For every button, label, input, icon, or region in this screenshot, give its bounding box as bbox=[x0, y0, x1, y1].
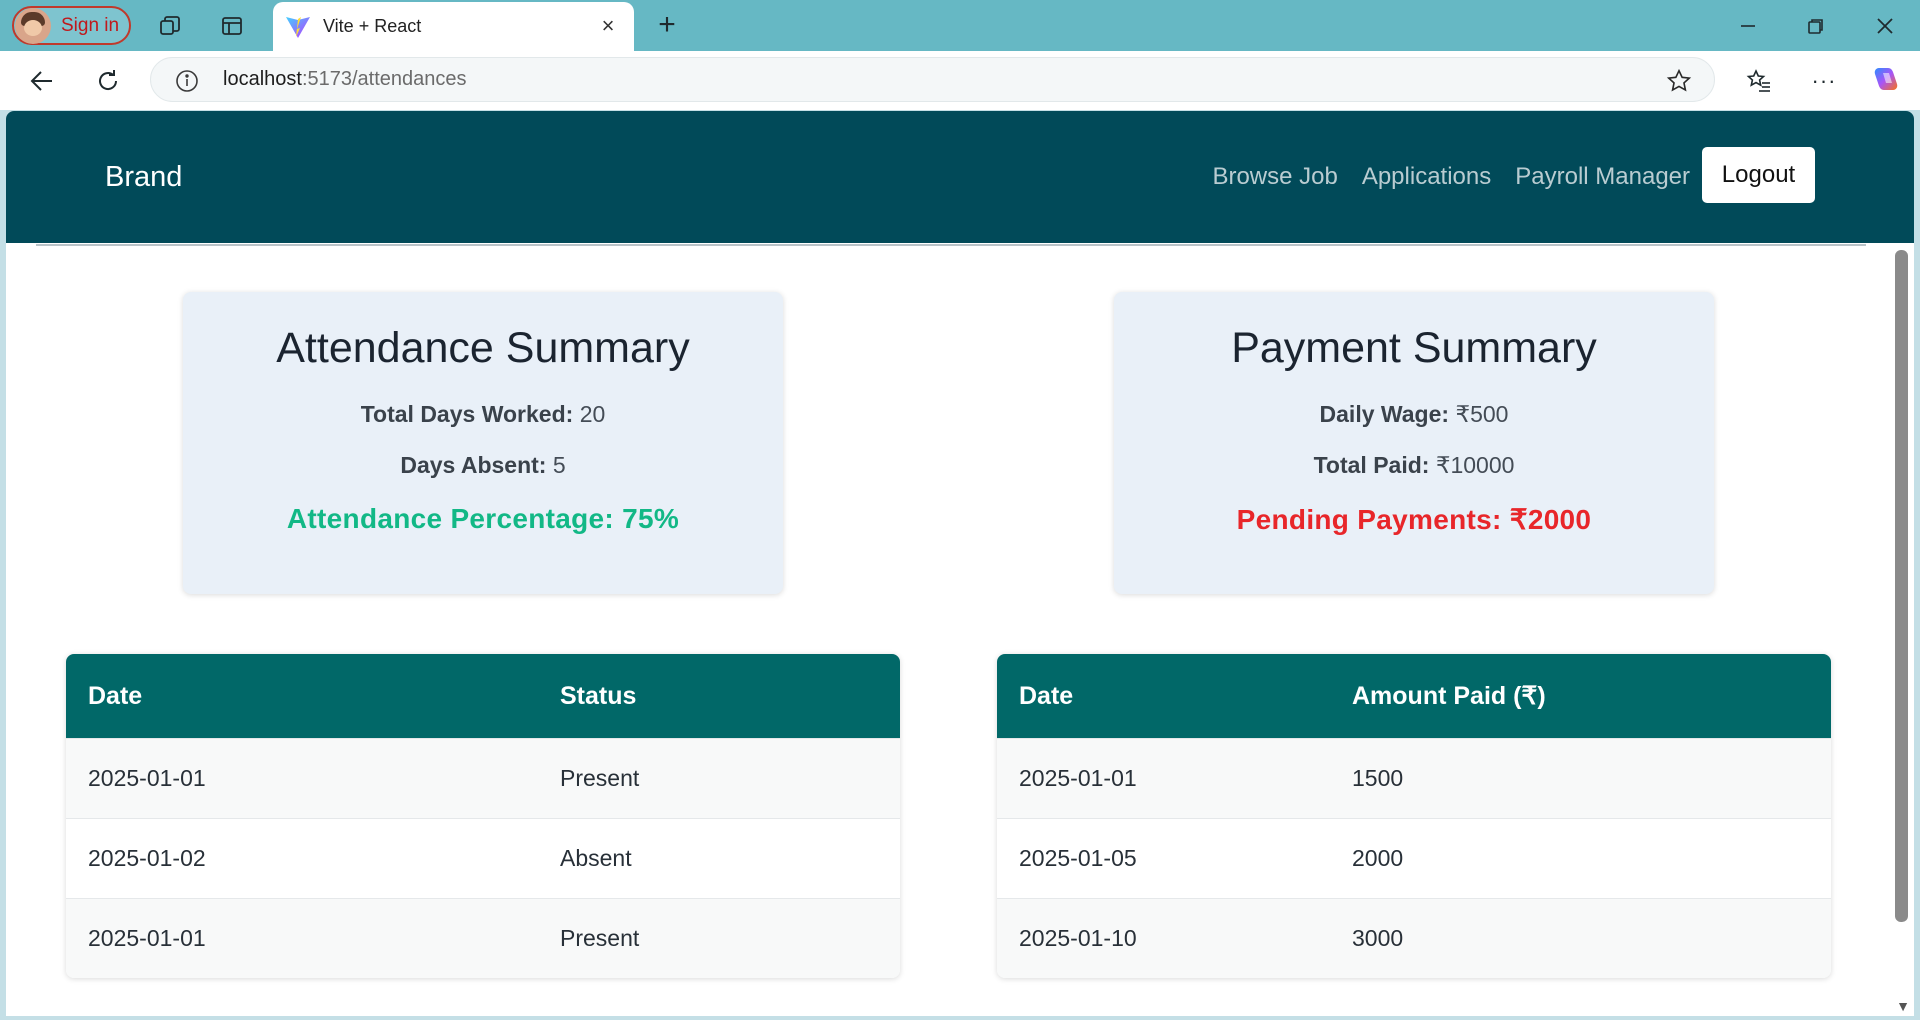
column-header-date: Date bbox=[1019, 681, 1074, 710]
profile-sign-in-button[interactable]: Sign in bbox=[12, 6, 131, 45]
days-absent-label: Days Absent: bbox=[400, 452, 547, 478]
daily-wage: Daily Wage: ₹500 bbox=[1114, 401, 1714, 428]
tab-vite-react[interactable]: Vite + React × bbox=[273, 2, 634, 51]
column-header-amount-paid: Amount Paid (₹) bbox=[1352, 682, 1546, 710]
table-row: 2025-01-01 Present bbox=[66, 738, 900, 818]
payment-summary-title: Payment Summary bbox=[1231, 324, 1597, 372]
attendance-summary-title: Attendance Summary bbox=[276, 324, 690, 372]
vite-logo-icon bbox=[285, 15, 311, 39]
favorite-star-icon[interactable] bbox=[1666, 68, 1692, 94]
cell-amount: 2000 bbox=[1352, 845, 1404, 871]
attendance-summary-card: Attendance Summary Total Days Worked: 20… bbox=[183, 292, 783, 594]
back-arrow-icon[interactable] bbox=[26, 65, 58, 97]
scroll-down-arrow-icon[interactable]: ▼ bbox=[1896, 998, 1910, 1014]
browser-tab-bar: Sign in Vite + React × + bbox=[0, 0, 1920, 51]
pending-payments: Pending Payments: ₹2000 bbox=[1114, 503, 1714, 536]
table-row: 2025-01-01 1500 bbox=[997, 738, 1831, 818]
table-header: Date Status bbox=[66, 654, 900, 738]
url-path: :5173/attendances bbox=[301, 68, 467, 90]
url-host: localhost bbox=[223, 68, 302, 90]
total-paid-value: ₹10000 bbox=[1435, 452, 1515, 478]
reload-icon[interactable] bbox=[92, 65, 124, 97]
cell-date: 2025-01-01 bbox=[88, 765, 206, 791]
payment-table: Date Amount Paid (₹) 2025-01-01 1500 202… bbox=[997, 654, 1831, 978]
site-info-icon[interactable] bbox=[175, 69, 199, 93]
days-absent-value: 5 bbox=[552, 452, 566, 478]
top-navbar: Brand Browse Job Applications Payroll Ma… bbox=[6, 111, 1914, 243]
attendance-percentage-label: Attendance Percentage: bbox=[286, 503, 615, 534]
web-page: Brand Browse Job Applications Payroll Ma… bbox=[6, 111, 1914, 1016]
total-paid-label: Total Paid: bbox=[1313, 452, 1430, 478]
table-header: Date Amount Paid (₹) bbox=[997, 654, 1831, 738]
total-days-worked-label: Total Days Worked: bbox=[360, 401, 574, 427]
cell-status: Absent bbox=[560, 845, 632, 871]
days-absent: Days Absent: 5 bbox=[183, 452, 783, 479]
table-row: 2025-01-05 2000 bbox=[997, 818, 1831, 898]
cell-date: 2025-01-01 bbox=[88, 925, 206, 951]
url-field[interactable]: localhost:5173/attendances bbox=[150, 57, 1715, 102]
table-row: 2025-01-02 Absent bbox=[66, 818, 900, 898]
minimize-icon[interactable] bbox=[1734, 12, 1762, 40]
nav-link-payroll-manager[interactable]: Payroll Manager bbox=[1515, 163, 1690, 191]
logout-button[interactable]: Logout bbox=[1702, 147, 1815, 203]
nav-link-applications[interactable]: Applications bbox=[1362, 163, 1491, 191]
profile-sign-in-label: Sign in bbox=[61, 14, 120, 36]
total-days-worked: Total Days Worked: 20 bbox=[183, 401, 783, 428]
cell-date: 2025-01-01 bbox=[1019, 765, 1137, 791]
daily-wage-value: ₹500 bbox=[1455, 401, 1509, 427]
table-row: 2025-01-01 Present bbox=[66, 898, 900, 978]
total-days-worked-value: 20 bbox=[579, 401, 606, 427]
attendance-percentage: Attendance Percentage: 75% bbox=[183, 503, 783, 535]
tab-actions-icon[interactable] bbox=[218, 12, 246, 40]
pending-payments-value: ₹2000 bbox=[1509, 504, 1592, 535]
pending-payments-label: Pending Payments: bbox=[1236, 504, 1502, 535]
address-bar-row: localhost:5173/attendances ··· bbox=[0, 51, 1920, 110]
nav-links: Browse Job Applications Payroll Manager bbox=[1212, 163, 1690, 191]
column-header-date: Date bbox=[88, 681, 143, 710]
new-tab-icon[interactable]: + bbox=[652, 8, 682, 41]
attendance-percentage-value: 75% bbox=[622, 503, 680, 534]
close-tab-icon[interactable]: × bbox=[596, 13, 620, 38]
table-row: 2025-01-10 3000 bbox=[997, 898, 1831, 978]
more-options-icon[interactable]: ··· bbox=[1808, 65, 1840, 97]
cell-amount: 1500 bbox=[1352, 765, 1404, 791]
column-header-status: Status bbox=[560, 681, 637, 710]
divider bbox=[36, 244, 1866, 246]
cell-date: 2025-01-05 bbox=[1019, 845, 1137, 871]
daily-wage-label: Daily Wage: bbox=[1319, 401, 1450, 427]
attendance-table: Date Status 2025-01-01 Present 2025-01-0… bbox=[66, 654, 900, 978]
cell-status: Present bbox=[560, 765, 640, 791]
nav-link-browse-job[interactable]: Browse Job bbox=[1212, 163, 1337, 191]
close-window-icon[interactable] bbox=[1871, 12, 1899, 40]
payment-summary-card: Payment Summary Daily Wage: ₹500 Total P… bbox=[1114, 292, 1714, 594]
favorites-icon[interactable] bbox=[1743, 65, 1775, 97]
cell-date: 2025-01-02 bbox=[88, 845, 206, 871]
cell-date: 2025-01-10 bbox=[1019, 925, 1137, 951]
restore-icon[interactable] bbox=[1802, 12, 1830, 40]
cell-amount: 3000 bbox=[1352, 925, 1404, 951]
brand-logo-text[interactable]: Brand bbox=[105, 161, 182, 194]
total-paid: Total Paid: ₹10000 bbox=[1114, 452, 1714, 479]
vertical-scrollbar[interactable] bbox=[1895, 250, 1908, 922]
cell-status: Present bbox=[560, 925, 640, 951]
avatar bbox=[15, 7, 51, 44]
tab-title: Vite + React bbox=[323, 16, 422, 36]
workspaces-icon[interactable] bbox=[156, 12, 184, 40]
copilot-icon[interactable] bbox=[1868, 63, 1902, 97]
